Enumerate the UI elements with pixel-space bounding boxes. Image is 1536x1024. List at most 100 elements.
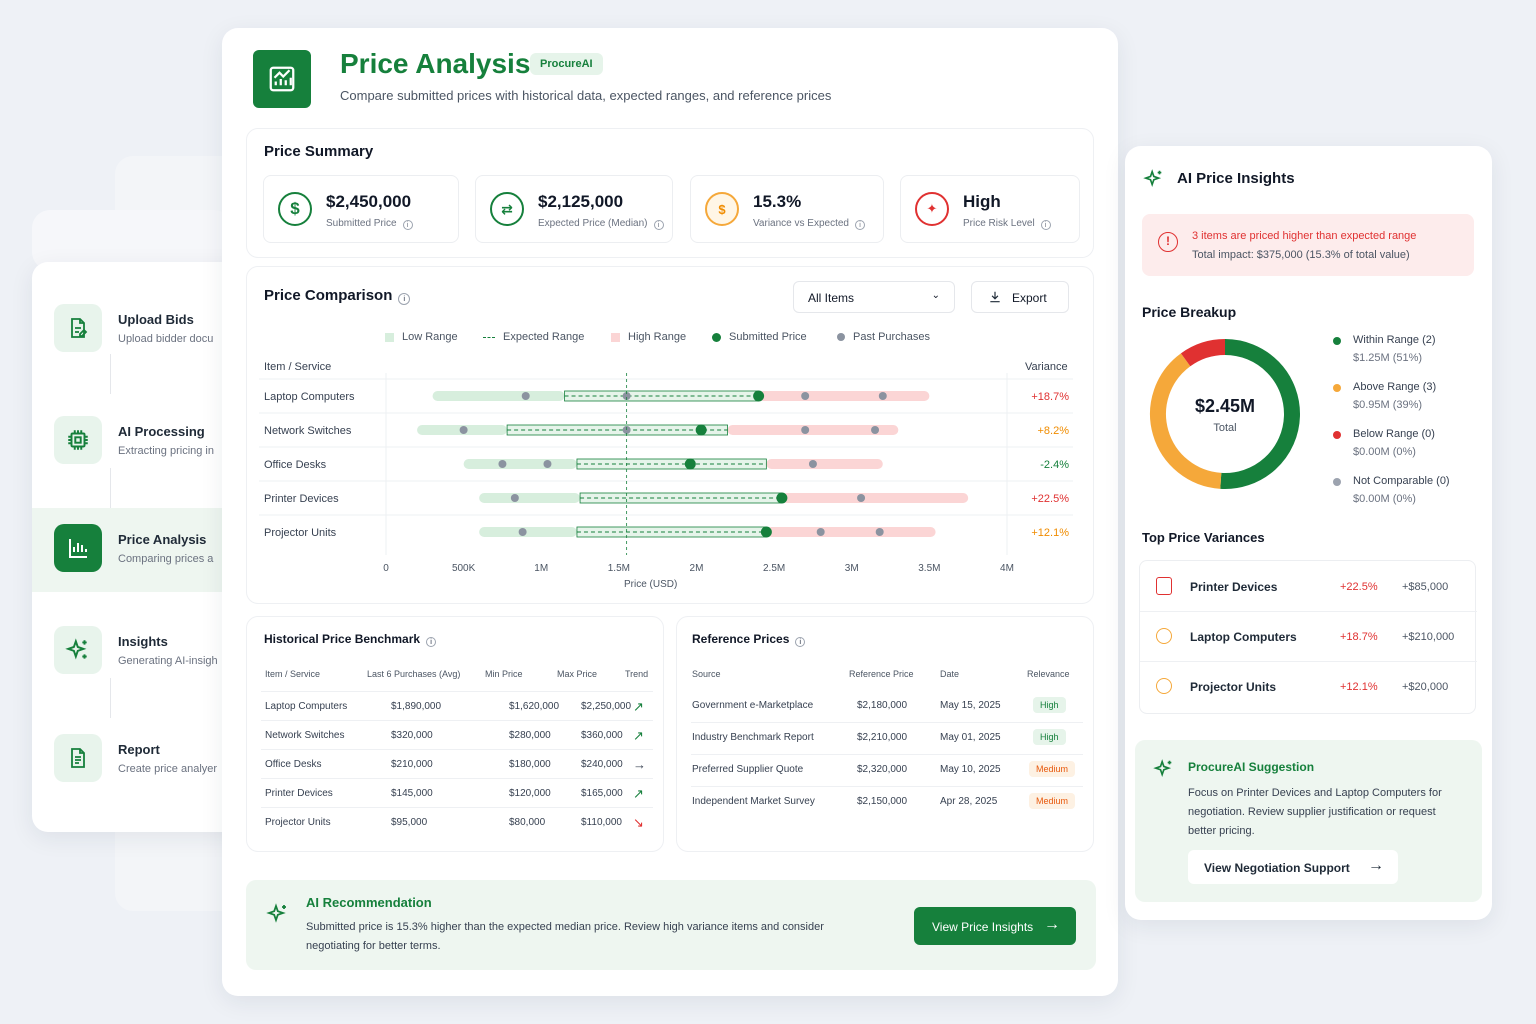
relevance-badge: Medium: [1029, 793, 1076, 809]
kpi-label: Expected Price (Median) i: [538, 218, 664, 230]
expected-range-bar: [506, 424, 728, 436]
laptop-icon: [1156, 628, 1172, 644]
info-icon[interactable]: i: [1040, 220, 1051, 230]
step-ai-processing[interactable]: AI Processing Extracting pricing in: [32, 414, 252, 502]
past-purchase-point: [857, 494, 866, 502]
step-price-analysis[interactable]: Price Analysis Comparing prices a: [32, 508, 252, 592]
legend-swatch: [611, 332, 620, 342]
step-upload-bids[interactable]: Upload Bids Upload bidder docu: [32, 302, 252, 390]
printer-icon: [1156, 577, 1172, 595]
row-label: Printer Devices: [264, 493, 339, 505]
exchange-icon: ⇄: [490, 192, 524, 226]
kpi-value: $2,450,000: [326, 192, 412, 211]
alert-text: Total impact: $375,000 (15.3% of total v…: [1192, 249, 1410, 261]
x-tick-label: 0: [383, 563, 389, 574]
high-range-bar: [758, 391, 930, 401]
variance-amount: +$85,000: [1402, 581, 1449, 593]
info-icon[interactable]: i: [398, 293, 411, 305]
sparkle-icon: [1153, 759, 1172, 778]
page-subtitle: Compare submitted prices with historical…: [340, 88, 832, 103]
x-tick-label: 3.5M: [918, 563, 940, 574]
kpi-label: Price Risk Level i: [963, 218, 1051, 230]
legend-value: $1.25M (51%): [1353, 352, 1423, 364]
variance-pct: +12.1%: [1340, 681, 1378, 693]
submitted-price-point: [753, 390, 765, 402]
trend-arrow-icon: →: [633, 757, 646, 772]
section-title: Price Summary: [264, 143, 374, 160]
price-cell: $165,000: [581, 788, 623, 799]
column-header: Last 6 Purchases (Avg): [367, 669, 461, 679]
step-desc: Generating AI-insigh: [118, 655, 218, 667]
past-purchase-point: [801, 426, 810, 434]
info-icon[interactable]: i: [854, 220, 865, 230]
variance-item: Laptop Computers: [1190, 630, 1297, 644]
kpi-value: 15.3%: [753, 192, 802, 211]
step-report[interactable]: Report Create price analyer: [32, 732, 252, 820]
variance-value: +12.1%: [1031, 527, 1069, 539]
legend-swatch: [483, 336, 495, 338]
kpi-expected-price: ⇄ $2,125,000 Expected Price (Median) i: [475, 175, 673, 243]
date-cell: May 01, 2025: [940, 732, 1001, 743]
step-insights[interactable]: Insights Generating AI-insigh: [32, 624, 252, 712]
kpi-submitted-price: $ $2,450,000 Submitted Price i: [263, 175, 459, 243]
kpi-value: $2,125,000: [538, 192, 624, 211]
high-range-bar: [766, 459, 883, 469]
variance-value: +18.7%: [1031, 391, 1069, 403]
report-icon: [54, 734, 102, 782]
step-desc: Create price analyer: [118, 763, 218, 775]
step-title: Price Analysis: [118, 532, 207, 547]
projector-icon: [1156, 678, 1172, 694]
price-comparison-panel: Price Comparison i All Items ⌄ Export Low…: [246, 266, 1094, 604]
trend-arrow-icon: ↗: [633, 728, 644, 743]
donut-slice: [1150, 353, 1222, 489]
step-desc: Comparing prices a: [118, 553, 214, 565]
price-cell: $80,000: [509, 817, 546, 828]
historical-benchmark-panel: Historical Price Benchmark i Item / Servi…: [246, 616, 664, 852]
items-filter-dropdown[interactable]: All Items ⌄: [793, 281, 955, 313]
column-header: Item / Service: [265, 669, 321, 679]
info-icon[interactable]: i: [402, 220, 413, 230]
row-divider: [261, 720, 653, 721]
legend-label: Within Range (2): [1353, 334, 1436, 346]
submitted-price-point: [684, 458, 696, 470]
reference-table: Source Reference Price Date Relevance Govern…: [677, 617, 1095, 853]
past-purchase-point: [808, 460, 817, 468]
x-axis-label: Price (USD): [624, 579, 678, 590]
view-negotiation-support-button[interactable]: View Negotiation Support →: [1188, 850, 1398, 884]
legend-expected-range: Expected Range: [483, 331, 584, 343]
kpi-variance: $ 15.3% Variance vs Expected i: [690, 175, 884, 243]
legend-value: $0.00M (0%): [1353, 493, 1416, 505]
step-title: Report: [118, 742, 160, 757]
kpi-label: Submitted Price i: [326, 218, 413, 230]
x-tick-label: 2M: [690, 563, 704, 574]
legend-low-range: Low Range: [385, 331, 458, 343]
variance-pct: +22.5%: [1340, 581, 1378, 593]
recommendation-title: AI Recommendation: [306, 895, 432, 910]
alert-icon: !: [1158, 232, 1178, 252]
past-purchase-point: [875, 528, 884, 536]
price-cell: $2,150,000: [857, 796, 908, 807]
price-cell: $2,210,000: [857, 732, 908, 743]
row-divider: [261, 749, 653, 750]
export-button[interactable]: Export: [971, 281, 1069, 313]
column-header: Trend: [625, 669, 649, 679]
step-desc: Upload bidder docu: [118, 333, 214, 345]
price-cell: $120,000: [509, 788, 551, 799]
view-price-insights-button[interactable]: View Price Insights →: [914, 907, 1076, 945]
panel-title: AI Price Insights: [1177, 170, 1295, 187]
step-title: Upload Bids: [118, 312, 194, 327]
price-cell: $1,620,000: [509, 701, 560, 712]
info-icon[interactable]: i: [653, 220, 664, 230]
x-tick-label: 2.5M: [763, 563, 785, 574]
row-divider: [691, 786, 1083, 787]
row-label: Laptop Computers: [264, 391, 355, 403]
column-header: Source: [692, 669, 721, 679]
variance-value: +8.2%: [1038, 425, 1070, 437]
past-purchase-point: [510, 494, 519, 502]
variance-row[interactable]: Laptop Computers +18.7% +$210,000: [1140, 611, 1477, 661]
variance-row[interactable]: Projector Units +12.1% +$20,000: [1140, 661, 1477, 711]
item-cell: Network Switches: [265, 730, 345, 741]
variance-row[interactable]: Printer Devices +22.5% +$85,000: [1140, 561, 1477, 611]
ai-price-insights-panel: AI Price Insights ! 3 items are priced h…: [1125, 146, 1492, 920]
column-header: Relevance: [1027, 669, 1070, 679]
